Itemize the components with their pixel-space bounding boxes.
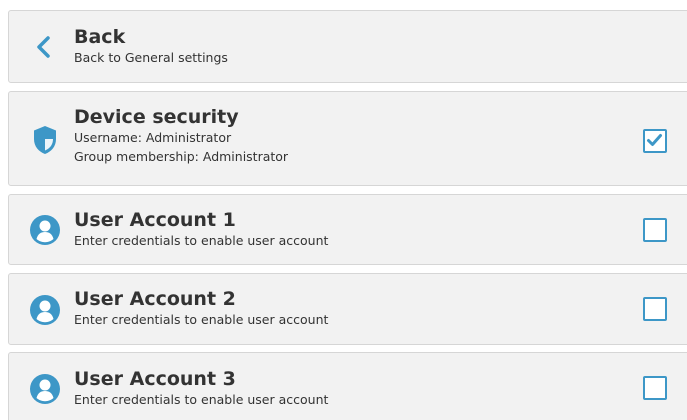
device-security-username: Username: Administrator [74, 130, 232, 145]
user-account-2-checkbox[interactable] [643, 297, 667, 321]
device-security-title: Device security [74, 106, 239, 128]
user-icon [27, 212, 63, 248]
user-account-1-checkbox[interactable] [643, 218, 667, 242]
user-account-3-text: User Account 3 Enter credentials to enab… [74, 368, 328, 409]
user-icon [27, 292, 63, 328]
user-account-3-subtitle: Enter credentials to enable user account [74, 392, 329, 407]
user-account-3-checkbox[interactable] [643, 376, 667, 400]
user-account-2-subtitle: Enter credentials to enable user account [74, 312, 329, 327]
device-security-checkbox[interactable] [643, 129, 667, 153]
device-security-group: Group membership: Administrator [74, 149, 289, 164]
chevron-left-icon [27, 29, 63, 65]
user-account-2-item[interactable]: User Account 2 Enter credentials to enab… [8, 273, 687, 345]
back-title: Back [74, 26, 126, 48]
checkmark-icon [647, 134, 662, 146]
user-account-1-text: User Account 1 Enter credentials to enab… [74, 209, 328, 250]
back-text: Back Back to General settings [74, 26, 228, 67]
device-security-item[interactable]: Device security Username: Administrator … [8, 91, 687, 186]
user-account-1-subtitle: Enter credentials to enable user account [74, 233, 329, 248]
back-subtitle: Back to General settings [74, 50, 228, 65]
user-icon [27, 371, 63, 407]
user-account-1-title: User Account 1 [74, 209, 236, 231]
user-account-2-title: User Account 2 [74, 288, 236, 310]
settings-list: Back Back to General settings Device sec… [0, 0, 687, 420]
user-account-3-title: User Account 3 [74, 368, 236, 390]
shield-icon [27, 122, 63, 158]
user-account-3-item[interactable]: User Account 3 Enter credentials to enab… [8, 352, 687, 420]
user-account-1-item[interactable]: User Account 1 Enter credentials to enab… [8, 194, 687, 265]
user-account-2-text: User Account 2 Enter credentials to enab… [74, 288, 328, 329]
device-security-text: Device security Username: Administrator … [74, 106, 288, 166]
back-item[interactable]: Back Back to General settings [8, 10, 687, 83]
